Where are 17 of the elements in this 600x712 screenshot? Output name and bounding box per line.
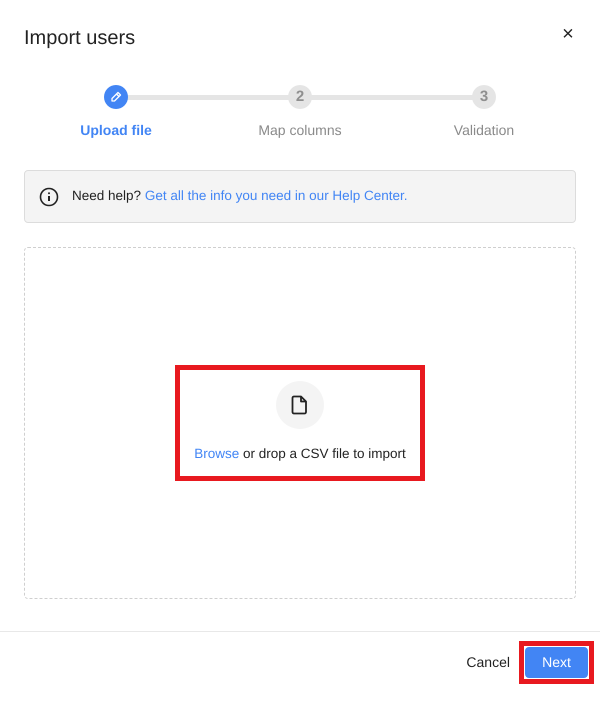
close-button[interactable]: × [558,24,578,44]
browse-link[interactable]: Browse [194,446,240,462]
step-label[interactable]: Upload file [80,120,152,141]
next-button[interactable]: Next [525,647,588,678]
step-indicator: 2 [288,85,312,109]
step-label[interactable]: Validation [454,120,514,141]
dialog-title: Import users [24,26,136,50]
cancel-button[interactable]: Cancel [466,652,510,673]
info-icon [39,186,59,206]
pencil-icon [110,91,122,103]
step-indicator: 3 [472,85,496,109]
file-icon [291,395,309,416]
help-text: Need help? Get all the info you need in our Help Center. [72,187,408,206]
step-label[interactable]: Map columns [258,120,342,141]
upload-prompt: Browse or drop a CSV file to import [194,445,406,464]
drop-zone[interactable]: Browse or drop a CSV file to import [24,247,576,599]
help-center-link[interactable]: Get all the info you need in our Help Center. [144,188,408,204]
